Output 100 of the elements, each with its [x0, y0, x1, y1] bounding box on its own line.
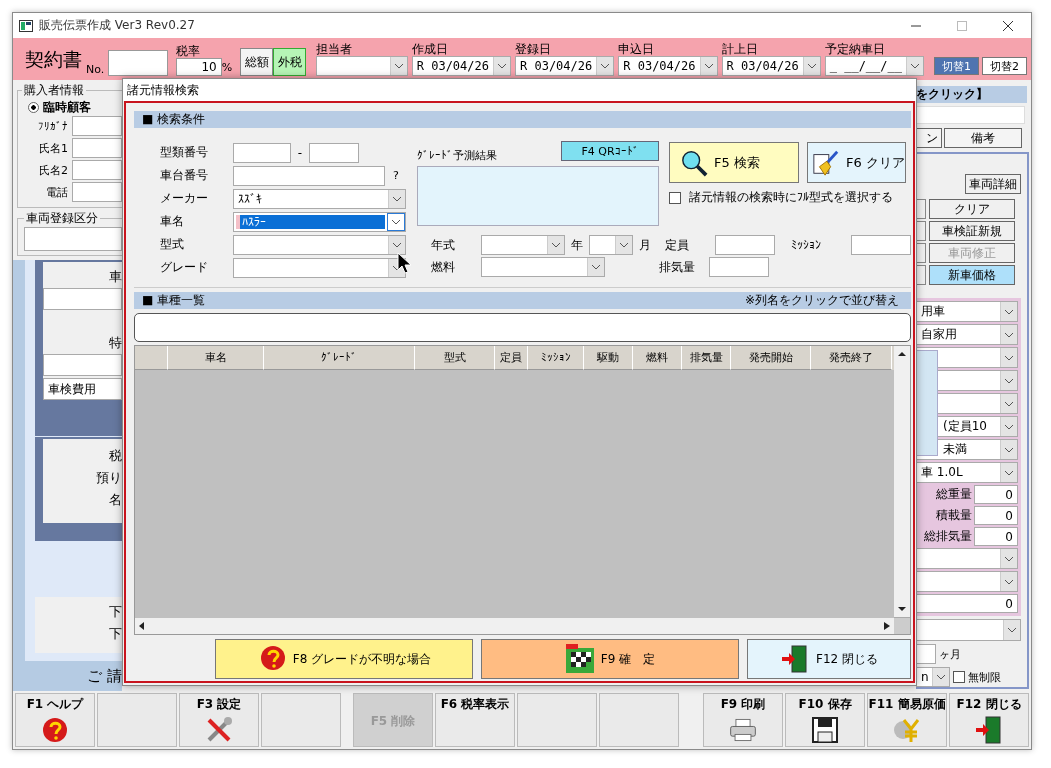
chevron-icon — [910, 63, 920, 69]
number-field[interactable] — [108, 50, 168, 76]
search-button[interactable]: F5 検索 — [669, 142, 799, 183]
tab[interactable]: ン — [916, 128, 942, 148]
function-key[interactable] — [599, 693, 679, 747]
tax-mode-button[interactable]: 外税 — [273, 48, 307, 76]
field-label: 車 — [108, 268, 122, 286]
tax-mode-button[interactable]: 総額 — [240, 48, 274, 76]
number-field[interactable]: 0 — [974, 506, 1018, 525]
field-label: 車名 — [160, 213, 185, 230]
vehicle-detail-button[interactable]: 車両詳細 — [965, 174, 1021, 194]
dropdown[interactable] — [589, 235, 633, 255]
action-button[interactable]: F9 確 定 — [481, 639, 739, 679]
dropdown[interactable]: n — [916, 667, 950, 687]
field-label: 総重量 — [936, 486, 972, 503]
input-field[interactable] — [851, 235, 911, 255]
tax-rate-field[interactable]: 10 — [175, 58, 222, 76]
function-key[interactable]: F1 ヘルプ — [15, 693, 95, 747]
action-button[interactable]: F12 閉じる — [747, 639, 911, 679]
dropdown[interactable] — [316, 56, 408, 76]
field-label: 電話 — [45, 184, 69, 200]
input-field[interactable] — [72, 160, 122, 180]
action-button[interactable]: 車検証新規 — [929, 221, 1015, 241]
field-label: 作成日 — [411, 42, 449, 56]
field-label: 積載量 — [936, 507, 972, 524]
function-key[interactable]: F11 簡易原価 — [867, 693, 947, 747]
number-field[interactable]: 0 — [916, 594, 1018, 613]
input-field[interactable] — [709, 257, 769, 277]
dropdown[interactable] — [916, 619, 1021, 641]
action-button[interactable]: F8 グレードが不明な場合 — [215, 639, 473, 679]
scroll-down-icon[interactable] — [898, 606, 906, 612]
clear-button[interactable]: F6 クリア — [807, 142, 906, 183]
function-key[interactable] — [517, 693, 597, 747]
tab[interactable]: 備考 — [944, 128, 1022, 148]
switch-button[interactable]: 切替2 — [982, 57, 1027, 75]
dropdown[interactable]: ﾊｽﾗｰ — [233, 211, 406, 232]
total-label: ご 請 — [87, 666, 122, 687]
dropdown[interactable] — [916, 571, 1018, 592]
broom-icon — [812, 148, 840, 177]
scroll-left-icon[interactable] — [139, 622, 145, 630]
scroll-right-icon[interactable] — [884, 622, 890, 630]
number-field[interactable]: 0 — [974, 485, 1018, 504]
filter-field[interactable] — [134, 313, 911, 342]
input-field[interactable] — [72, 182, 122, 202]
input-field[interactable] — [43, 288, 122, 310]
field-label: グレード — [160, 259, 209, 276]
function-key[interactable]: F12 閉じる — [949, 693, 1029, 747]
field-label: 燃料 — [430, 258, 456, 276]
input-field[interactable] — [72, 116, 122, 136]
chevron-icon — [600, 63, 611, 69]
function-key[interactable]: F3 設定 — [179, 693, 259, 747]
field-label: 予定納車日 — [824, 42, 886, 56]
checkbox[interactable] — [953, 671, 965, 683]
checkbox[interactable] — [669, 191, 681, 204]
field-label: ﾌﾘｶﾞﾅ — [37, 119, 69, 133]
dropdown[interactable] — [233, 257, 406, 278]
field-label: 申込日 — [618, 42, 656, 56]
dropdown[interactable]: R 03/04/26 — [618, 56, 718, 76]
dropdown[interactable]: _ __/__/__ — [824, 56, 924, 76]
input-field[interactable] — [916, 644, 936, 664]
input-field[interactable] — [72, 138, 122, 158]
field-label: 年式 — [430, 236, 456, 254]
dropdown[interactable]: 車 1.0L — [916, 462, 1018, 483]
input-field[interactable] — [24, 227, 122, 251]
close-icon[interactable] — [1003, 20, 1013, 31]
help-mark: ? — [393, 169, 399, 182]
action-button[interactable]: 新車価格 — [929, 265, 1015, 285]
number-label: No. — [86, 63, 105, 76]
field-label: 型類番号 — [160, 144, 209, 161]
input-field[interactable] — [233, 165, 385, 186]
dropdown[interactable] — [481, 257, 605, 277]
input-field[interactable] — [715, 235, 775, 255]
dropdown[interactable]: 用車 — [916, 301, 1018, 322]
dropdown[interactable]: R 03/04/26 — [721, 56, 821, 76]
chevron-icon — [1004, 331, 1014, 338]
dropdown[interactable]: ｽｽﾞｷ — [233, 188, 406, 209]
function-key[interactable]: F9 印刷 — [703, 693, 783, 747]
number-field[interactable]: 0 — [974, 527, 1018, 546]
dropdown[interactable]: 自家用 — [916, 324, 1018, 345]
function-key[interactable]: F6 税率表示 — [435, 693, 515, 747]
action-button[interactable]: クリア — [929, 199, 1015, 219]
maximize-icon[interactable] — [957, 20, 967, 31]
function-key[interactable] — [97, 693, 177, 747]
function-key[interactable] — [261, 693, 341, 747]
function-key[interactable]: F10 保存 — [785, 693, 865, 747]
dropdown[interactable]: R 03/04/26 — [411, 56, 511, 76]
input-field[interactable] — [233, 142, 291, 163]
switch-button[interactable]: 切替1 — [934, 57, 979, 75]
input-field[interactable]: 車検費用 — [43, 378, 122, 400]
dropdown[interactable] — [481, 235, 565, 255]
qr-code-button[interactable]: F4 QRｺｰﾄﾞ — [561, 141, 659, 161]
scroll-up-icon[interactable] — [898, 351, 906, 357]
radio-label: 臨時顧客 — [43, 98, 91, 116]
radio-button[interactable] — [28, 101, 39, 113]
chevron-icon — [591, 264, 601, 270]
dropdown[interactable] — [916, 548, 1018, 569]
input-field[interactable] — [309, 142, 359, 163]
dropdown[interactable] — [233, 234, 406, 255]
dropdown[interactable]: R 03/04/26 — [515, 56, 615, 76]
input-field[interactable] — [43, 354, 122, 376]
